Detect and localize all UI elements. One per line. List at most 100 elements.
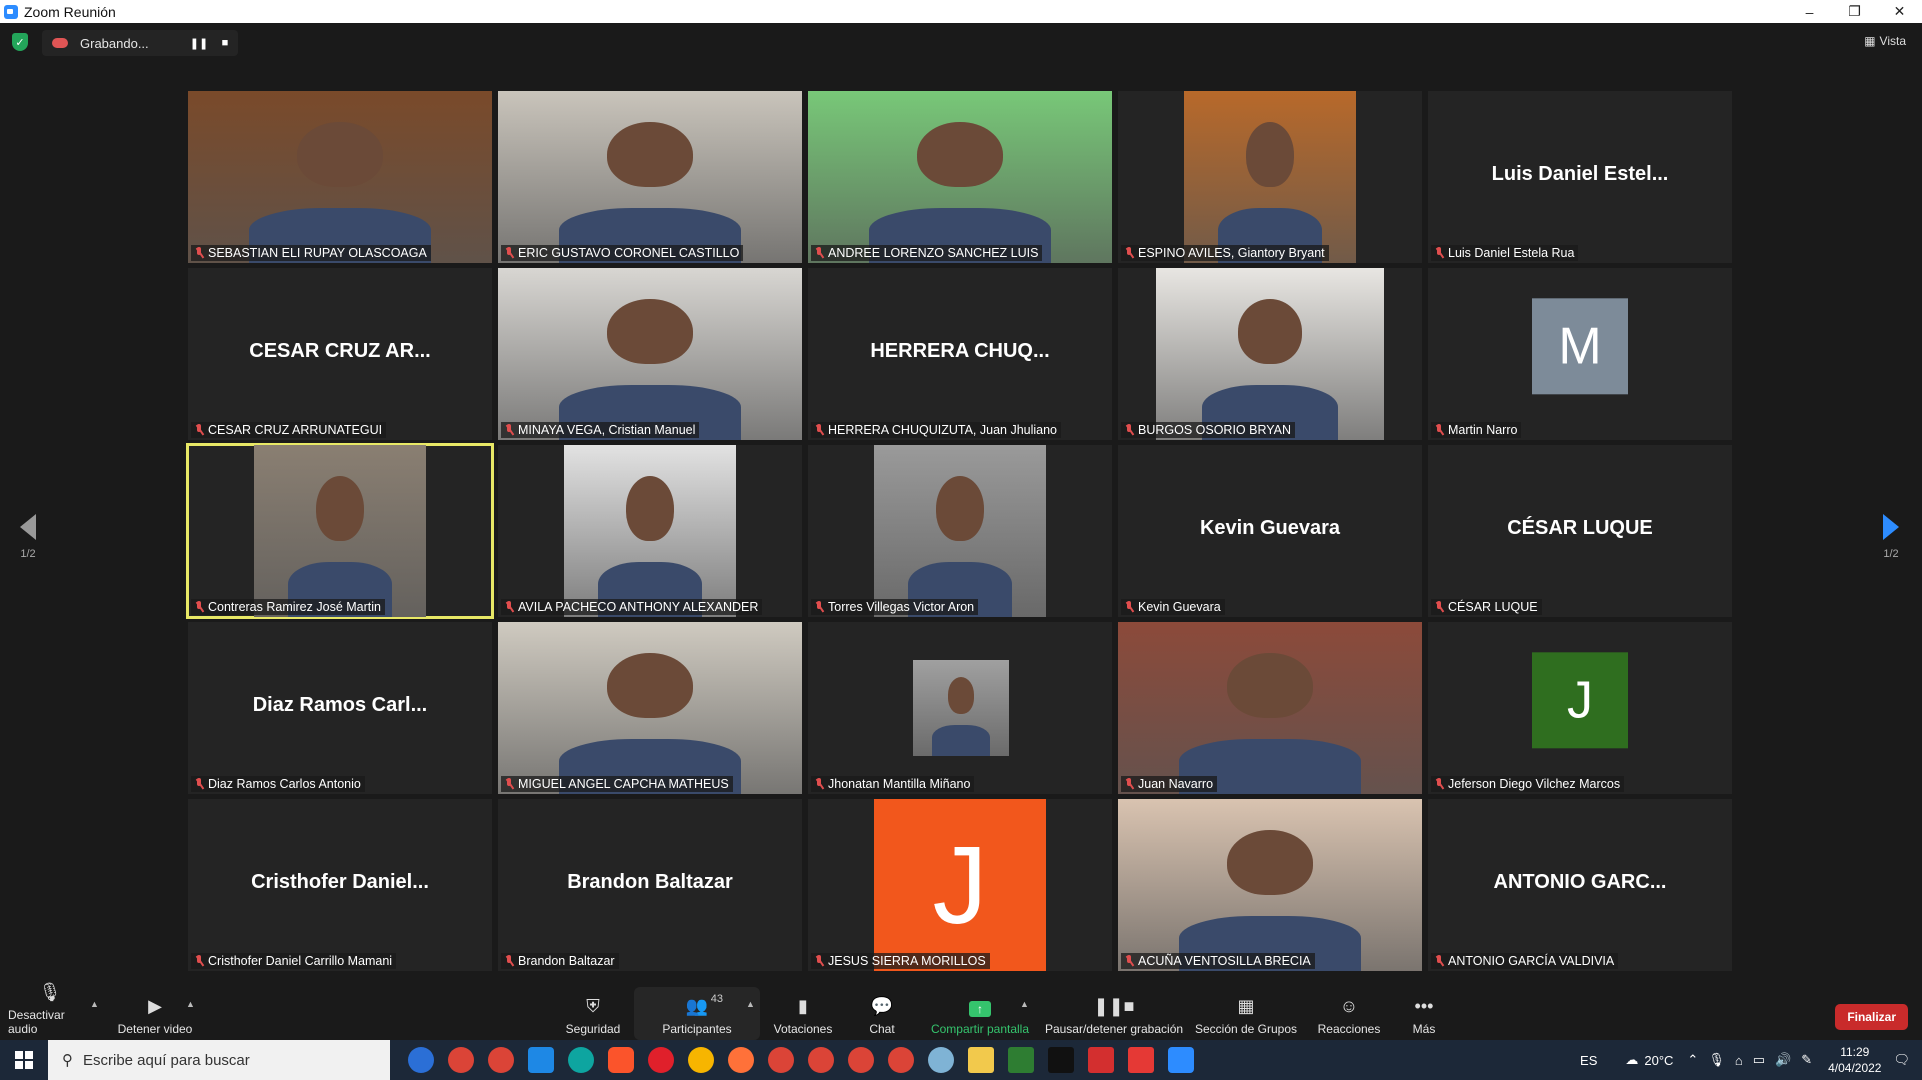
mute-audio-label: Desactivar audio <box>8 1008 65 1036</box>
anydesk-app-icon[interactable] <box>1128 1047 1154 1073</box>
notifications-icon[interactable]: 🗨 <box>1893 1052 1910 1068</box>
app-icon[interactable] <box>928 1047 954 1073</box>
participant-display-name: CESAR CRUZ AR... <box>249 340 431 362</box>
muted-microphone-icon <box>1434 247 1444 259</box>
participants-options-caret-icon[interactable]: ▲ <box>746 999 755 1009</box>
participant-tile[interactable]: Contreras Ramirez José Martin <box>186 443 494 619</box>
participant-video <box>498 91 802 263</box>
share-options-caret-icon[interactable]: ▲ <box>1020 999 1029 1009</box>
arrow-left-icon <box>20 514 36 540</box>
browser-app-icon[interactable] <box>688 1047 714 1073</box>
participant-tile[interactable]: ANDREE LORENZO SANCHEZ LUIS <box>808 91 1112 263</box>
pause-stop-recording-button[interactable]: ❚❚■ Pausar/detener grabación <box>1044 987 1184 1040</box>
stop-video-label: Detener video <box>117 1022 193 1036</box>
participant-tile[interactable]: HERRERA CHUQ... HERRERA CHUQUIZUTA, Juan … <box>808 268 1112 440</box>
search-icon: ⚲ <box>62 1052 73 1069</box>
edge-app-icon[interactable] <box>568 1047 594 1073</box>
more-button[interactable]: ••• Más <box>1406 987 1442 1040</box>
more-label: Más <box>1412 1022 1436 1036</box>
view-button[interactable]: ▦ Vista <box>1864 34 1906 48</box>
share-screen-button[interactable]: ↑ Compartir pantalla <box>926 987 1034 1040</box>
participant-tile[interactable]: AVILA PACHECO ANTHONY ALEXANDER <box>498 445 802 617</box>
audio-options-caret-icon[interactable]: ▲ <box>90 999 99 1009</box>
participant-tile[interactable]: CESAR CRUZ AR... CESAR CRUZ ARRUNATEGUI <box>188 268 492 440</box>
taskbar-clock[interactable]: 11:29 4/04/2022 <box>1828 1044 1881 1076</box>
participant-tile[interactable]: MIGUEL ANGEL CAPCHA MATHEUS <box>498 622 802 794</box>
chrome-app-icon[interactable] <box>808 1047 834 1073</box>
participant-tile[interactable]: Diaz Ramos Carl... Diaz Ramos Carlos Anto… <box>188 622 492 794</box>
participant-tile[interactable]: Brandon Baltazar Brandon Baltazar <box>498 799 802 971</box>
participants-count: 43 <box>710 993 723 1005</box>
maximize-button[interactable]: ❐ <box>1832 0 1877 23</box>
chrome-app-icon[interactable] <box>888 1047 914 1073</box>
minimize-button[interactable]: – <box>1787 0 1832 23</box>
participant-tile[interactable]: ANTONIO GARC... ANTONIO GARCÍA VALDIVIA <box>1428 799 1732 971</box>
previous-page-button[interactable]: 1/2 <box>8 514 48 560</box>
participants-button[interactable]: 👥 43 Participantes <box>634 987 760 1040</box>
stop-video-button[interactable]: ▶ Detener video <box>114 987 196 1040</box>
participant-video <box>498 622 802 794</box>
close-button[interactable]: ✕ <box>1877 0 1922 23</box>
pause-recording-button[interactable]: ❚❚ <box>186 37 212 50</box>
chrome-app-icon[interactable] <box>768 1047 794 1073</box>
pen-icon[interactable]: ✎ <box>1801 1052 1812 1068</box>
chevron-up-icon[interactable]: ⌃ <box>1687 1052 1698 1068</box>
battery-icon[interactable]: ▭ <box>1753 1052 1765 1068</box>
breakout-rooms-button[interactable]: ▦ Sección de Grupos <box>1194 987 1298 1040</box>
participant-tile[interactable]: SEBASTIAN ELI RUPAY OLASCOAGA <box>188 91 492 263</box>
polls-button[interactable]: ▮ Votaciones <box>770 987 836 1040</box>
weather-temperature[interactable]: 20°C <box>1644 1053 1673 1068</box>
file-explorer-icon[interactable] <box>968 1047 994 1073</box>
participant-tile[interactable]: ESPINO AVILES, Giantory Bryant <box>1118 91 1422 263</box>
taskbar-search-box[interactable]: ⚲ Escribe aquí para buscar <box>48 1040 390 1080</box>
chat-button[interactable]: 💬 Chat <box>856 987 908 1040</box>
participant-tile[interactable]: MINAYA VEGA, Cristian Manuel <box>498 268 802 440</box>
stop-recording-button[interactable]: ■ <box>212 37 238 49</box>
windows-start-button[interactable] <box>0 1040 48 1080</box>
terminal-app-icon[interactable] <box>1048 1047 1074 1073</box>
pause-stop-recording-label: Pausar/detener grabación <box>1044 1022 1184 1036</box>
end-meeting-button[interactable]: Finalizar <box>1835 1004 1908 1030</box>
mute-audio-button[interactable]: 🎙 Desactivar audio <box>8 982 92 1040</box>
video-options-caret-icon[interactable]: ▲ <box>186 999 195 1009</box>
participant-tile[interactable]: M Martin Narro <box>1428 268 1732 440</box>
participant-tile[interactable]: Luis Daniel Estel... Luis Daniel Estela R… <box>1428 91 1732 263</box>
chrome-app-icon[interactable] <box>448 1047 474 1073</box>
taskbar-search-placeholder: Escribe aquí para buscar <box>83 1051 250 1069</box>
zoom-app-icon[interactable] <box>1168 1047 1194 1073</box>
participant-tile[interactable]: J Jeferson Diego Vilchez Marcos <box>1428 622 1732 794</box>
participants-label: Participantes <box>662 1022 732 1036</box>
chrome-app-icon[interactable] <box>848 1047 874 1073</box>
opera-app-icon[interactable] <box>648 1047 674 1073</box>
security-button[interactable]: ⛨ Seguridad <box>560 987 626 1040</box>
acrobat-app-icon[interactable] <box>1088 1047 1114 1073</box>
language-indicator[interactable]: ES <box>1580 1053 1597 1068</box>
participant-name-tag: MIGUEL ANGEL CAPCHA MATHEUS <box>501 776 733 792</box>
meeting-topbar: ✓ Grabando... ❚❚ ■ ▦ Vista <box>0 23 1922 63</box>
participant-tile[interactable]: Cristhofer Daniel... Cristhofer Daniel Ca… <box>188 799 492 971</box>
security-shield-icon[interactable]: ✓ <box>12 33 28 51</box>
participant-name-tag: ESPINO AVILES, Giantory Bryant <box>1121 245 1329 261</box>
person-head <box>1245 121 1295 188</box>
brave-app-icon[interactable] <box>608 1047 634 1073</box>
mail-app-icon[interactable] <box>528 1047 554 1073</box>
participant-tile[interactable]: ACUÑA VENTOSILLA BRECIA <box>1118 799 1422 971</box>
smiley-icon: ☺ <box>1339 995 1359 1016</box>
next-page-button[interactable]: 1/2 <box>1871 514 1911 560</box>
cortana-app-icon[interactable] <box>408 1047 434 1073</box>
participant-tile[interactable]: BURGOS OSORIO BRYAN <box>1118 268 1422 440</box>
reactions-button[interactable]: ☺ Reacciones <box>1314 987 1384 1040</box>
firefox-app-icon[interactable] <box>728 1047 754 1073</box>
participant-tile[interactable]: J JESUS SIERRA MORILLOS <box>808 799 1112 971</box>
participant-tile[interactable]: CÉSAR LUQUE CÉSAR LUQUE <box>1428 445 1732 617</box>
notepad-app-icon[interactable] <box>1008 1047 1034 1073</box>
chrome-app-icon[interactable] <box>488 1047 514 1073</box>
participant-tile[interactable]: ERIC GUSTAVO CORONEL CASTILLO <box>498 91 802 263</box>
network-icon[interactable]: ⌂ <box>1735 1053 1743 1068</box>
microphone-tray-icon[interactable]: 🎙 <box>1708 1052 1725 1068</box>
participant-tile[interactable]: Juan Navarro <box>1118 622 1422 794</box>
participant-tile[interactable]: Jhonatan Mantilla Miñano <box>808 622 1112 794</box>
participant-tile[interactable]: Kevin Guevara Kevin Guevara <box>1118 445 1422 617</box>
volume-icon[interactable]: 🔊 <box>1775 1052 1791 1068</box>
participant-tile[interactable]: Torres Villegas Victor Aron <box>808 445 1112 617</box>
